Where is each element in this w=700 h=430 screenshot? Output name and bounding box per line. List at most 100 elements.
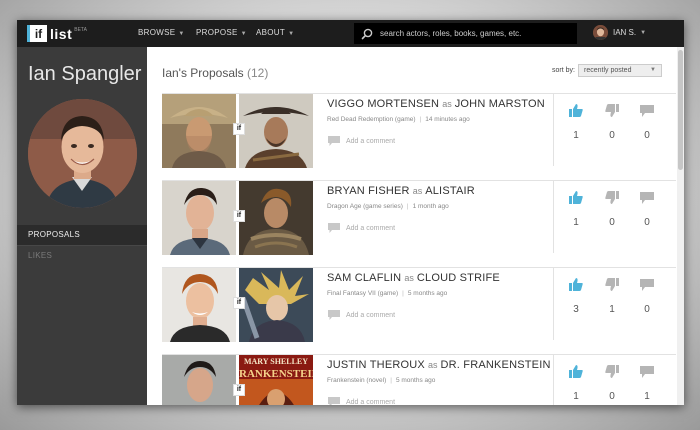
meta-separator: |: [406, 203, 409, 210]
if-badge: if: [233, 384, 245, 396]
nav-propose[interactable]: PROPOSE ▼: [196, 28, 247, 37]
scrollbar[interactable]: [677, 47, 684, 405]
comment-vote: 1: [637, 365, 657, 402]
actor-photo[interactable]: [162, 94, 236, 168]
thumbs-down-icon[interactable]: [605, 104, 619, 117]
role-image[interactable]: [239, 94, 313, 168]
nav-browse[interactable]: BROWSE ▼: [138, 28, 185, 37]
logo-if-mark: if: [27, 25, 47, 42]
top-navbar: if list BETA BROWSE▼ PROPOSE▼ ABOUT▼: [17, 20, 684, 47]
actor-photo[interactable]: [162, 355, 236, 405]
role-image[interactable]: MARY SHELLEY FRANKENSTEIN: [239, 355, 313, 405]
thumbs-down-icon[interactable]: [605, 278, 619, 291]
as-label: as: [427, 360, 438, 370]
dislike-vote: 0: [602, 365, 622, 402]
actor-name[interactable]: SAM CLAFLIN: [327, 272, 401, 284]
timestamp: 1 month ago: [412, 203, 449, 210]
chevron-down-icon: ▼: [640, 29, 647, 36]
thumbs-down-icon[interactable]: [605, 191, 619, 204]
role-name[interactable]: DR. FRANKENSTEIN: [440, 359, 550, 371]
add-comment-label: Add a comment: [346, 224, 396, 232]
thumbs-down-icon[interactable]: [605, 365, 619, 378]
search-input[interactable]: [378, 28, 572, 39]
actor-name[interactable]: BRYAN FISHER: [327, 185, 410, 197]
role-name[interactable]: JOHN MARSTON: [455, 98, 545, 110]
source-title[interactable]: Red Dead Redemption (game): [327, 116, 416, 123]
comment-count: 0: [644, 130, 650, 141]
chevron-down-icon: ▼: [288, 31, 295, 37]
search-icon[interactable]: [360, 27, 374, 41]
iflist-logo[interactable]: if list BETA: [27, 25, 87, 42]
comment-count: 1: [644, 391, 650, 402]
add-comment-button[interactable]: Add a comment: [328, 136, 395, 146]
source-title[interactable]: Frankenstein (novel): [327, 377, 386, 384]
nav-about[interactable]: ABOUT ▼: [256, 28, 294, 37]
proposal-item: if BRYAN FISHER as ALISTAIR Dragon Age (ga…: [162, 180, 676, 267]
dislike-vote: 1: [602, 278, 622, 315]
app-window: if list BETA BROWSE▼ PROPOSE▼ ABOUT▼: [17, 20, 684, 405]
actor-photo[interactable]: [162, 181, 236, 255]
actor-name[interactable]: VIGGO MORTENSEN: [327, 98, 439, 110]
user-menu[interactable]: IAN S. ▼: [593, 25, 646, 40]
add-comment-label: Add a comment: [346, 311, 396, 319]
proposal-item: if SAM CLAFLIN as CLOUD STRIFE Final Fanta…: [162, 267, 676, 354]
user-name: IAN S.: [613, 28, 637, 37]
proposal-headline: JUSTIN THEROUX as DR. FRANKENSTEIN: [327, 359, 551, 371]
source-title[interactable]: Final Fantasy VII (game): [327, 290, 398, 297]
role-image[interactable]: [239, 181, 313, 255]
book-title: FRANKENSTEIN: [239, 368, 313, 380]
timestamp: 5 months ago: [395, 377, 436, 384]
proposal-item: if MARY SHELLEY FRANKENSTEIN JUSTIN THER…: [162, 354, 676, 405]
beta-badge: BETA: [74, 26, 87, 33]
sort-value: recently posted: [584, 67, 632, 74]
dislike-count: 0: [609, 130, 615, 141]
like-vote: 3: [566, 278, 586, 315]
speech-bubble-icon[interactable]: [640, 105, 654, 117]
add-comment-button[interactable]: Add a comment: [328, 397, 395, 405]
scrollbar-thumb[interactable]: [678, 50, 683, 170]
sidebar-item-likes[interactable]: LIKES: [17, 245, 147, 266]
sort-dropdown[interactable]: recently posted ▼: [578, 64, 662, 77]
meta-separator: |: [419, 116, 422, 123]
timestamp: 5 months ago: [407, 290, 448, 297]
role-image[interactable]: [239, 268, 313, 342]
comment-vote: 0: [637, 278, 657, 315]
role-name[interactable]: ALISTAIR: [425, 185, 475, 197]
speech-bubble-icon[interactable]: [640, 366, 654, 378]
like-vote: 1: [566, 191, 586, 228]
search-bar: [354, 23, 577, 44]
chevron-down-icon: ▼: [178, 31, 185, 37]
actor-photo[interactable]: [162, 268, 236, 342]
thumbs-up-icon[interactable]: [569, 278, 583, 291]
page-title-text: Ian's Proposals: [162, 66, 244, 80]
proposal-headline: BRYAN FISHER as ALISTAIR: [327, 185, 475, 197]
source-title[interactable]: Dragon Age (game series): [327, 203, 403, 210]
comment-vote: 0: [637, 104, 657, 141]
proposal-meta: Final Fantasy VII (game) | 5 months ago: [327, 290, 447, 297]
dislike-count: 0: [609, 217, 615, 228]
role-name[interactable]: CLOUD STRIFE: [417, 272, 500, 284]
actor-name[interactable]: JUSTIN THEROUX: [327, 359, 425, 371]
speech-bubble-icon: [328, 310, 340, 320]
speech-bubble-icon[interactable]: [640, 279, 654, 291]
page-title: Ian's Proposals (12): [162, 66, 268, 80]
like-count: 1: [573, 130, 579, 141]
nav-about-label: ABOUT: [256, 28, 286, 37]
chevron-down-icon: ▼: [240, 31, 247, 37]
add-comment-button[interactable]: Add a comment: [328, 223, 395, 233]
like-count: 1: [573, 391, 579, 402]
thumbs-up-icon[interactable]: [569, 365, 583, 378]
like-vote: 1: [566, 104, 586, 141]
comment-count: 0: [644, 304, 650, 315]
thumbs-up-icon[interactable]: [569, 104, 583, 117]
add-comment-button[interactable]: Add a comment: [328, 310, 395, 320]
vote-panel: 1 0 1: [553, 355, 677, 405]
speech-bubble-icon[interactable]: [640, 192, 654, 204]
thumbs-up-icon[interactable]: [569, 191, 583, 204]
nav-propose-label: PROPOSE: [196, 28, 238, 37]
proposals-panel: Ian's Proposals (12) sort by: recently p…: [147, 47, 684, 405]
chevron-down-icon: ▼: [650, 67, 656, 73]
meta-separator: |: [402, 290, 404, 297]
if-badge: if: [233, 123, 245, 135]
sidebar-item-proposals[interactable]: PROPOSALS: [17, 225, 147, 245]
